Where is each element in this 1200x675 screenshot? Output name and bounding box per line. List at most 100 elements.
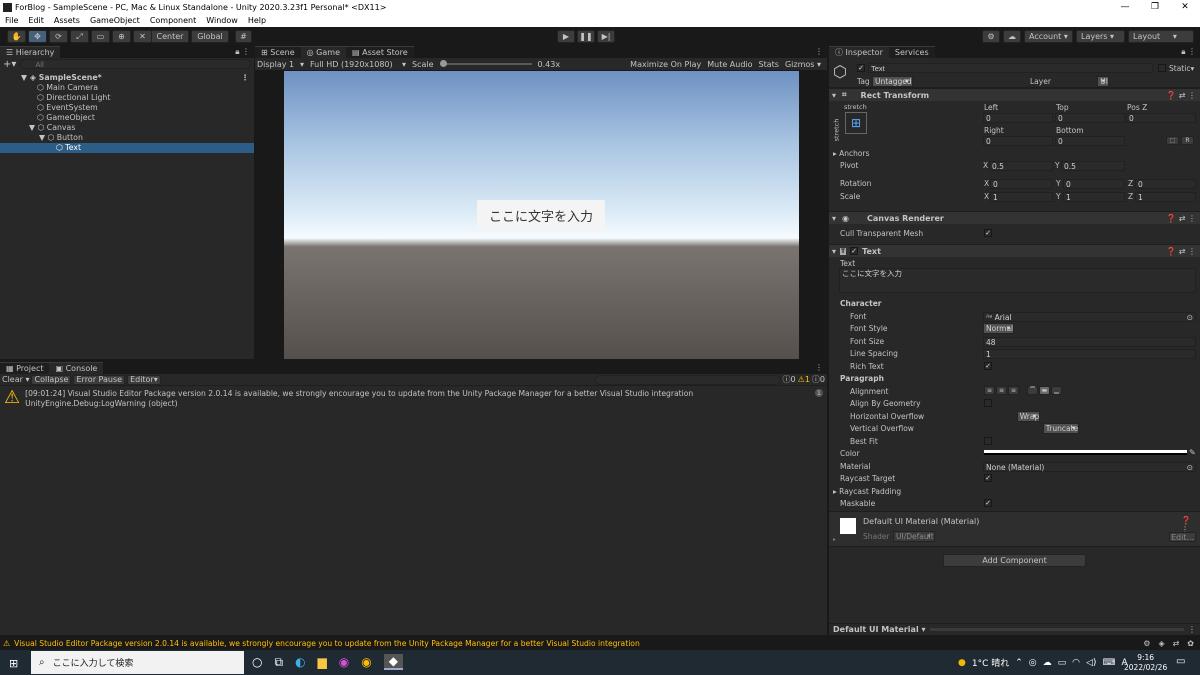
bottom-field[interactable]: 0 <box>1055 136 1125 146</box>
text-component-header[interactable]: ▾ T ✓ Text ❓ ⇄ ⋮ <box>829 244 1200 257</box>
font-style-dropdown[interactable]: Normal <box>983 323 1015 334</box>
rotation-y-field[interactable]: 0 <box>1063 179 1125 189</box>
maximize-on-play-button[interactable]: Maximize On Play <box>630 60 701 69</box>
h-overflow-dropdown[interactable]: Wrap <box>1016 411 1041 422</box>
menu-gameobject[interactable]: GameObject <box>85 15 145 27</box>
tab-console[interactable]: ▣ Console <box>49 362 104 374</box>
tag-dropdown[interactable]: Untagged <box>872 76 913 87</box>
volume-icon[interactable]: ◁) <box>1086 658 1096 668</box>
meet-icon[interactable]: ◎ <box>1029 658 1037 668</box>
static-dropdown[interactable]: Static▾ <box>1169 64 1194 73</box>
rich-text-checkbox[interactable]: ✓ <box>984 362 992 370</box>
align-top-icon[interactable]: ▔ <box>1027 386 1038 395</box>
collapse-button[interactable]: Collapse <box>31 374 72 385</box>
layout-dropdown[interactable]: Layout ▾ <box>1128 30 1194 43</box>
rect-tool-icon[interactable]: ▭ <box>91 30 110 43</box>
menu-file[interactable]: File <box>0 15 23 27</box>
component-menu-icons[interactable]: ❓ ⇄ ⋮ <box>1166 247 1200 256</box>
cortana-icon[interactable]: ○ <box>252 655 262 669</box>
tab-asset-store[interactable]: ▤ Asset Store <box>346 46 414 58</box>
cloud-icon[interactable]: ☁ <box>1003 30 1021 43</box>
static-checkbox[interactable] <box>1158 64 1166 72</box>
keyboard-icon[interactable]: ⌨ <box>1102 658 1115 668</box>
chrome-canary-icon[interactable]: ◉ <box>339 655 349 669</box>
hierarchy-item-text[interactable]: ⬡ Text <box>0 143 254 153</box>
component-menu-icons[interactable]: ❓ ⇄ ⋮ <box>1166 91 1200 100</box>
custom-tool-icon[interactable]: ✕ <box>133 30 152 43</box>
object-name-input[interactable] <box>868 63 1153 73</box>
hierarchy-item-gameobject[interactable]: ⬡ GameObject <box>0 113 254 123</box>
top-field[interactable]: 0 <box>1055 113 1125 123</box>
active-checkbox[interactable]: ✓ <box>857 64 865 72</box>
align-bottom-icon[interactable]: ▁ <box>1051 386 1062 395</box>
font-size-field[interactable]: 48 <box>983 337 1196 347</box>
step-icon[interactable]: ▶| <box>597 30 615 43</box>
object-picker-icon[interactable]: ⊙ <box>1187 463 1193 472</box>
rotation-x-field[interactable]: 0 <box>990 179 1053 189</box>
add-component-button[interactable]: Add Component <box>943 554 1086 567</box>
minimize-icon[interactable]: — <box>1110 0 1140 15</box>
line-spacing-field[interactable]: 1 <box>983 349 1196 359</box>
hierarchy-item-eventsystem[interactable]: ⬡ EventSystem <box>0 103 254 113</box>
layer-dropdown[interactable]: UI <box>1097 76 1109 87</box>
foldout-icon[interactable]: ▾ <box>832 247 836 256</box>
tab-scene[interactable]: ⊞ Scene <box>255 46 301 58</box>
onedrive-icon[interactable]: ☁ <box>1043 658 1052 668</box>
info-count-icon[interactable]: ⓘ0 <box>812 374 827 385</box>
file-explorer-icon[interactable]: ▆ <box>318 655 327 669</box>
lock-icon[interactable]: 🔒︎ ⋮ <box>1181 46 1200 58</box>
preview-menu-icon[interactable]: ⋮ <box>1188 625 1200 634</box>
expander-icon[interactable]: ▼ <box>21 73 30 83</box>
foldout-icon[interactable]: ▾ <box>832 214 836 223</box>
tab-project[interactable]: ▦ Project <box>0 362 50 374</box>
clear-button[interactable]: Clear ▾ <box>2 375 29 384</box>
collab-icon[interactable]: ⚙ <box>982 30 1000 43</box>
rect-transform-header[interactable]: ▾ ⌗ Rect Transform ❓ ⇄ ⋮ <box>829 88 1200 101</box>
menu-window[interactable]: Window <box>201 15 243 27</box>
scale-z-field[interactable]: 1 <box>1135 192 1196 202</box>
menu-component[interactable]: Component <box>145 15 201 27</box>
left-field[interactable]: 0 <box>983 113 1053 123</box>
hierarchy-item-button[interactable]: ▼ ⬡ Button <box>0 133 254 143</box>
panel-menu-icon[interactable]: ⋮ <box>815 362 827 374</box>
ui-button[interactable]: ここに文字を入力 <box>477 200 605 231</box>
font-field[interactable]: ᴬᵃ Arial ⊙ <box>983 312 1196 322</box>
create-button[interactable]: +▾ <box>3 59 16 70</box>
warning-count-icon[interactable]: ⚠1 <box>798 375 810 384</box>
preview-dropdown[interactable]: Default UI Material ▾ <box>833 625 926 634</box>
pivot-y-field[interactable]: 0.5 <box>1061 161 1125 171</box>
clock[interactable]: 9:16 2022/02/26 <box>1124 653 1167 673</box>
error-count-icon[interactable]: ⓘ0 <box>783 374 796 385</box>
rotate-tool-icon[interactable]: ⟳ <box>49 30 68 43</box>
shader-edit-button[interactable]: Edit... <box>1169 532 1196 542</box>
windows-start-icon[interactable]: ⊞ <box>9 657 18 670</box>
raycast-target-checkbox[interactable]: ✓ <box>984 474 992 482</box>
transform-tool-icon[interactable]: ⊕ <box>112 30 131 43</box>
tab-game[interactable]: ◎ Game <box>300 46 346 58</box>
hierarchy-scene-row[interactable]: ▼ ◈ SampleScene* ⋮ <box>0 73 254 83</box>
account-dropdown[interactable]: Account ▾ <box>1024 30 1073 43</box>
tray-chevron-icon[interactable]: ⌃ <box>1015 658 1023 668</box>
progress-icon[interactable]: ⇄ <box>1173 639 1180 648</box>
hierarchy-item-directional-light[interactable]: ⬡ Directional Light <box>0 93 254 103</box>
unity-taskbar-icon[interactable]: ◆ <box>383 654 403 670</box>
best-fit-checkbox[interactable] <box>984 437 992 445</box>
mute-audio-button[interactable]: Mute Audio <box>707 60 752 69</box>
error-pause-button[interactable]: Error Pause <box>73 374 126 385</box>
global-button[interactable]: Global <box>191 30 229 43</box>
tab-inspector[interactable]: ⓘ Inspector <box>829 46 889 58</box>
menu-help[interactable]: Help <box>243 15 271 27</box>
shader-dropdown[interactable]: UI/Default <box>893 531 935 542</box>
hierarchy-search-input[interactable] <box>20 59 251 69</box>
task-view-icon[interactable]: ⧉ <box>274 655 283 670</box>
align-middle-icon[interactable]: ▬ <box>1039 386 1050 395</box>
console-search-input[interactable] <box>594 374 781 385</box>
taskbar-search-box[interactable]: ⌕ ここに入力して検索 <box>31 651 244 674</box>
lock-icon[interactable]: 🔒︎ ⋮ <box>235 46 254 58</box>
text-enabled-checkbox[interactable]: ✓ <box>850 247 859 255</box>
menu-assets[interactable]: Assets <box>49 15 85 27</box>
display-dropdown[interactable]: Display 1 ▾ <box>257 60 304 69</box>
cache-server-icon[interactable]: ◈ <box>1158 639 1164 648</box>
scale-y-field[interactable]: 1 <box>1063 192 1125 202</box>
play-icon[interactable]: ▶ <box>557 30 575 43</box>
